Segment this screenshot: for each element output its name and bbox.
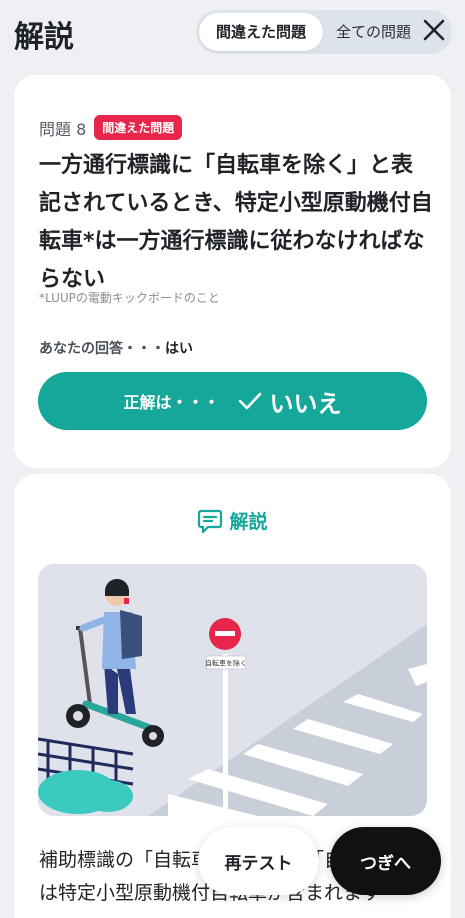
tab-wrong-questions[interactable]: 間違えた問題 bbox=[199, 13, 323, 51]
illustration: 自転車を除く bbox=[38, 564, 427, 816]
question-note: *LUUPの電動キックボードのこと bbox=[39, 291, 220, 305]
your-answer-value: はい bbox=[165, 341, 193, 357]
wrong-badge: 間違えた問題 bbox=[94, 115, 183, 140]
question-number: 問題 8 bbox=[39, 119, 87, 139]
your-answer: あなたの回答・・・はい bbox=[39, 338, 193, 358]
question-meta: 問題 8 間違えた問題 bbox=[39, 115, 183, 140]
comment-icon bbox=[198, 509, 223, 533]
explanation-heading-label: 解説 bbox=[229, 511, 268, 533]
page-title: 解説 bbox=[14, 20, 74, 55]
sign-text: 自転車を除く bbox=[205, 659, 247, 668]
correct-answer-prefix: 正解は・・・ bbox=[123, 393, 220, 412]
correct-answer-value: いいえ bbox=[269, 389, 342, 418]
close-icon[interactable] bbox=[420, 16, 448, 44]
header: 解説 間違えた問題 全ての問題 bbox=[0, 0, 465, 66]
question-text: 一方通行標識に「自転車を除く」と表記されているとき、特定小型原動機付自転車*は一… bbox=[39, 153, 433, 292]
next-button[interactable]: つぎへ bbox=[330, 827, 441, 895]
explanation-heading: 解説 bbox=[14, 507, 451, 534]
check-icon bbox=[238, 391, 262, 411]
correct-answer-banner: 正解は・・・ いいえ bbox=[38, 372, 427, 430]
your-answer-label: あなたの回答・・・ bbox=[39, 341, 165, 357]
question-card: 問題 8 間違えた問題 一方通行標識に「自転車を除く」と表記されているとき、特定… bbox=[14, 75, 451, 468]
tab-switcher: 間違えた問題 全ての問題 bbox=[196, 10, 452, 54]
retest-button[interactable]: 再テスト bbox=[198, 827, 319, 895]
